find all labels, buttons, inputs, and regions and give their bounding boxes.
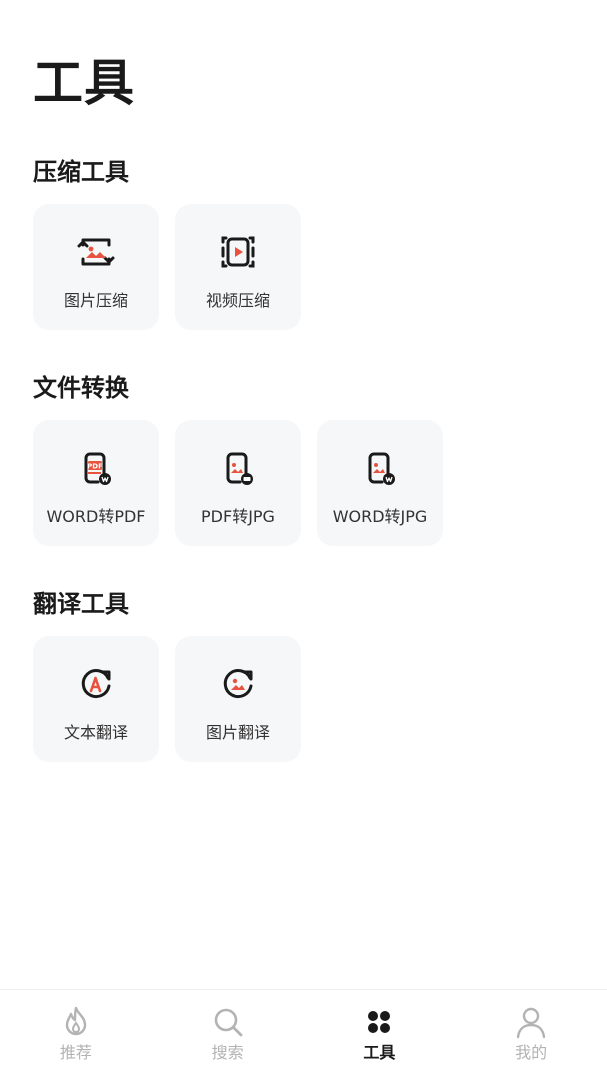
tile-group: PDF WORD转PDF PDF转JPG WORD转JPG: [33, 420, 443, 546]
page-title: 工具: [33, 54, 135, 112]
tab-label: 搜索: [211, 1043, 244, 1062]
tab-label: 我的: [515, 1043, 548, 1062]
tab-label: 推荐: [59, 1043, 92, 1062]
tool-label: 图片压缩: [63, 291, 128, 310]
tool-word-to-jpg[interactable]: WORD转JPG: [317, 420, 443, 546]
section-compress: 压缩工具 图片压缩 视频压缩: [33, 156, 301, 330]
image-translate-icon: [216, 662, 260, 706]
section-title: 文件转换: [33, 374, 129, 402]
grid-dots-icon: [361, 1004, 397, 1040]
user-icon: [513, 1004, 549, 1040]
tool-label: 图片翻译: [205, 723, 270, 742]
section-title: 压缩工具: [33, 158, 129, 186]
section-title: 翻译工具: [33, 590, 129, 618]
section-convert: 文件转换 PDF WORD转PDF PDF转JPG WORD转JPG: [33, 372, 443, 546]
flame-icon: [58, 1004, 94, 1040]
tool-label: 文本翻译: [63, 723, 128, 742]
tool-label: PDF转JPG: [201, 507, 275, 526]
tool-pdf-to-jpg[interactable]: PDF转JPG: [175, 420, 301, 546]
search-icon: [210, 1004, 246, 1040]
section-translate: 翻译工具 文本翻译 图片翻译: [33, 588, 301, 762]
video-compress-icon: [216, 230, 260, 274]
tool-image-translate[interactable]: 图片翻译: [175, 636, 301, 762]
tool-label: 视频压缩: [205, 291, 270, 310]
tab-mine[interactable]: 我的: [455, 990, 607, 1080]
tile-group: 图片压缩 视频压缩: [33, 204, 301, 330]
tab-label: 工具: [363, 1043, 396, 1062]
tab-recommend[interactable]: 推荐: [0, 990, 152, 1080]
image-compress-icon: [74, 230, 118, 274]
pdf-to-jpg-icon: [216, 446, 260, 490]
pdf-badge-text: PDF: [87, 463, 103, 471]
tool-video-compress[interactable]: 视频压缩: [175, 204, 301, 330]
text-translate-icon: [74, 662, 118, 706]
tab-tools[interactable]: 工具: [304, 990, 456, 1080]
tile-group: 文本翻译 图片翻译: [33, 636, 301, 762]
tool-text-translate[interactable]: 文本翻译: [33, 636, 159, 762]
tab-search[interactable]: 搜索: [152, 990, 304, 1080]
tool-image-compress[interactable]: 图片压缩: [33, 204, 159, 330]
word-to-pdf-icon: PDF: [74, 446, 118, 490]
bottom-tab-bar: 推荐 搜索 工具 我的: [0, 989, 607, 1080]
tool-label: WORD转JPG: [332, 507, 428, 526]
word-to-jpg-icon: [358, 446, 402, 490]
tool-label: WORD转PDF: [46, 507, 146, 526]
tool-word-to-pdf[interactable]: PDF WORD转PDF: [33, 420, 159, 546]
